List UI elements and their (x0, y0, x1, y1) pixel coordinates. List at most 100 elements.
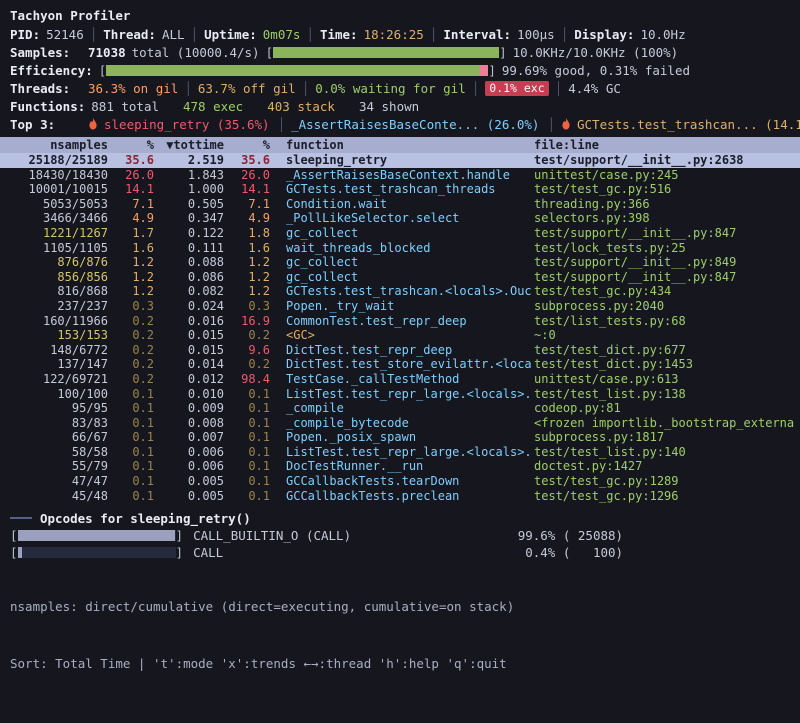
file-line-cell: test/support/__init__.py:847 (532, 270, 800, 285)
separator (90, 27, 98, 42)
thread-value[interactable]: ALL (162, 27, 185, 42)
efficiency-bar (99, 63, 496, 78)
tottime-cell: 0.015 (154, 328, 224, 343)
table-row[interactable]: 816/868 1.2 0.082 1.2 GCTests.test_trash… (0, 284, 800, 299)
table-row[interactable]: 100/100 0.1 0.010 0.1 ListTest.test_repr… (0, 387, 800, 402)
direct-percent-cell: 0.1 (108, 489, 154, 504)
function-cell: <GC> (270, 328, 532, 343)
tottime-cell: 2.519 (154, 153, 224, 168)
function-cell: GCTests.test_trashcan.<locals>.Ouch... (270, 284, 532, 299)
column-nsamples[interactable]: nsamples (0, 137, 108, 153)
functions-exec: 478 exec (183, 99, 243, 114)
thread-label: Thread: (103, 27, 156, 42)
function-cell: sleeping_retry (270, 153, 532, 168)
nsamples-cell: 18430/18430 (0, 168, 108, 183)
nsamples-cell: 95/95 (0, 401, 108, 416)
tottime-cell: 0.088 (154, 255, 224, 270)
table-row[interactable]: 95/95 0.1 0.009 0.1 _compile codeop.py:8… (0, 401, 800, 416)
footer-help: nsamples: direct/cumulative (direct=exec… (10, 559, 514, 711)
file-line-cell: test/test_dict.py:1453 (532, 357, 800, 372)
separator (306, 27, 314, 42)
file-line-cell: test/test_list.py:138 (532, 387, 800, 402)
column-function[interactable]: function (270, 137, 532, 153)
column-tottime-sorted[interactable]: ▼tottime (154, 137, 224, 153)
nsamples-cell: 1221/1267 (0, 226, 108, 241)
table-row[interactable]: 1105/1105 1.6 0.111 1.6 wait_threads_blo… (0, 241, 800, 256)
direct-percent-cell: 0.1 (108, 401, 154, 416)
samples-count: 71038 (88, 45, 126, 60)
file-line-cell: test/test_dict.py:677 (532, 343, 800, 358)
cumulative-percent-cell: 0.1 (224, 430, 270, 445)
tottime-cell: 0.008 (154, 416, 224, 431)
tottime-cell: 0.006 (154, 445, 224, 460)
time-value: 18:26:25 (364, 27, 424, 42)
cumulative-percent-cell: 0.3 (224, 299, 270, 314)
cumulative-percent-cell: 0.1 (224, 459, 270, 474)
table-row[interactable]: 153/153 0.2 0.015 0.2 <GC> ~:0 (0, 328, 800, 343)
nsamples-cell: 153/153 (0, 328, 108, 343)
table-row[interactable]: 856/856 1.2 0.086 1.2 gc_collect test/su… (0, 270, 800, 285)
cumulative-percent-cell: 0.1 (224, 401, 270, 416)
table-row[interactable]: 47/47 0.1 0.005 0.1 GCCallbackTests.tear… (0, 474, 800, 489)
function-cell: Popen._posix_spawn (270, 430, 532, 445)
top-function-item: _AssertRaisesBaseConte... (26.0%) (278, 117, 540, 132)
function-cell: ListTest.test_repr_large.<locals>.c... (270, 445, 532, 460)
table-row[interactable]: 122/69721 0.2 0.012 98.4 TestCase._callT… (0, 372, 800, 387)
nsamples-cell: 3466/3466 (0, 211, 108, 226)
opcode-bar-fill (18, 547, 23, 558)
table-row[interactable]: 137/147 0.2 0.014 0.2 DictTest.test_stor… (0, 357, 800, 372)
table-row[interactable]: 25188/25189 35.6 2.519 35.6 sleeping_ret… (0, 153, 800, 168)
functions-total: 881 total (91, 99, 159, 114)
nsamples-cell: 58/58 (0, 445, 108, 460)
tottime-cell: 1.843 (154, 168, 224, 183)
samples-label: Samples: (10, 45, 82, 60)
cumulative-percent-cell: 1.2 (224, 255, 270, 270)
function-cell: CommonTest.test_repr_deep (270, 314, 532, 329)
table-row[interactable]: 66/67 0.1 0.007 0.1 Popen._posix_spawn s… (0, 430, 800, 445)
table-header[interactable]: nsamples % ▼tottime % function file:line (0, 137, 800, 153)
interval-value: 100µs (517, 27, 555, 42)
direct-percent-cell: 0.1 (108, 474, 154, 489)
tottime-cell: 0.009 (154, 401, 224, 416)
threads-on-gil: 36.3% on gil (88, 81, 178, 96)
cumulative-percent-cell: 35.6 (224, 153, 270, 168)
top-function-label: sleeping_retry (35.6%) (104, 117, 270, 132)
opcode-row: CALL_BUILTIN_O (CALL) 99.6% ( 25088) (0, 527, 800, 544)
direct-percent-cell: 7.1 (108, 197, 154, 212)
table-row[interactable]: 160/11966 0.2 0.016 16.9 CommonTest.test… (0, 314, 800, 329)
nsamples-cell: 122/69721 (0, 372, 108, 387)
nsamples-cell: 100/100 (0, 387, 108, 402)
direct-percent-cell: 1.2 (108, 270, 154, 285)
separator (302, 81, 310, 96)
table-row[interactable]: 148/6772 0.2 0.015 9.6 DictTest.test_rep… (0, 343, 800, 358)
table-row[interactable]: 18430/18430 26.0 1.843 26.0 _AssertRaise… (0, 168, 800, 183)
uptime-label: Uptime: (204, 27, 257, 42)
file-line-cell: test/test_gc.py:1289 (532, 474, 800, 489)
table-row[interactable]: 3466/3466 4.9 0.347 4.9 _PollLikeSelecto… (0, 211, 800, 226)
footer-legend: nsamples: direct/cumulative (direct=exec… (10, 597, 514, 616)
table-row[interactable]: 10001/10015 14.1 1.000 14.1 GCTests.test… (0, 182, 800, 197)
tottime-cell: 0.007 (154, 430, 224, 445)
threads-label: Threads: (10, 81, 82, 96)
direct-percent-cell: 1.2 (108, 284, 154, 299)
function-cell: wait_threads_blocked (270, 241, 532, 256)
table-row[interactable]: 45/48 0.1 0.005 0.1 GCCallbackTests.prec… (0, 489, 800, 504)
functions-stack: 403 stack (267, 99, 335, 114)
direct-percent-cell: 0.1 (108, 416, 154, 431)
table-row[interactable]: 5053/5053 7.1 0.505 7.1 Condition.wait t… (0, 197, 800, 212)
column-cumulative-percent[interactable]: % (224, 137, 270, 153)
cumulative-percent-cell: 0.2 (224, 357, 270, 372)
table-row[interactable]: 237/237 0.3 0.024 0.3 Popen._try_wait su… (0, 299, 800, 314)
cumulative-percent-cell: 14.1 (224, 182, 270, 197)
efficiency-good-fill (106, 65, 480, 76)
table-row[interactable]: 58/58 0.1 0.006 0.1 ListTest.test_repr_l… (0, 445, 800, 460)
column-direct-percent[interactable]: % (108, 137, 154, 153)
table-row[interactable]: 876/876 1.2 0.088 1.2 gc_collect test/su… (0, 255, 800, 270)
table-row[interactable]: 83/83 0.1 0.008 0.1 _compile_bytecode <f… (0, 416, 800, 431)
time-label: Time: (320, 27, 358, 42)
column-file-line[interactable]: file:line (532, 137, 800, 153)
tottime-cell: 0.024 (154, 299, 224, 314)
table-row[interactable]: 55/79 0.1 0.006 0.1 DocTestRunner.__run … (0, 459, 800, 474)
function-cell: _compile (270, 401, 532, 416)
table-row[interactable]: 1221/1267 1.7 0.122 1.8 gc_collect test/… (0, 226, 800, 241)
